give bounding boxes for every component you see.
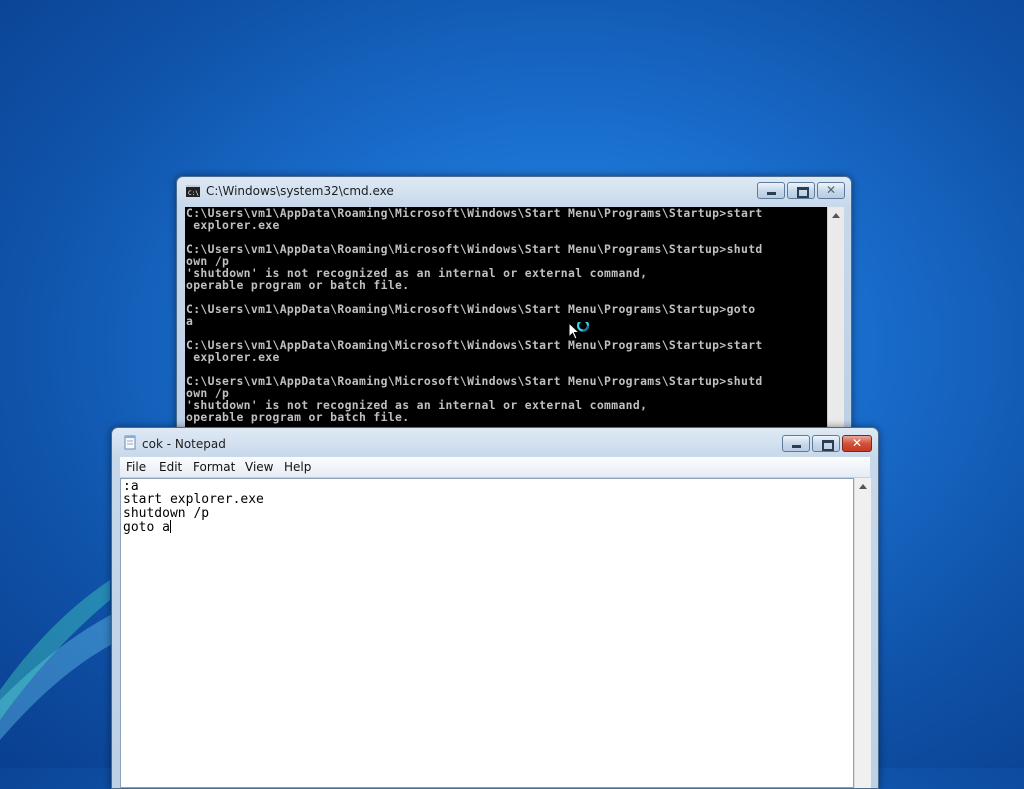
cmd-vertical-scrollbar[interactable]	[827, 207, 844, 429]
console-output[interactable]: C:\Users\vm1\AppData\Roaming\Microsoft\W…	[185, 207, 827, 429]
cmd-minimize-button[interactable]	[757, 182, 785, 199]
notepad-text-area[interactable]: :a start explorer.exe shutdown /p goto a	[120, 478, 854, 788]
notepad-title: cok - Notepad	[142, 437, 226, 451]
notepad-minimize-button[interactable]	[782, 435, 810, 452]
maximize-icon	[797, 187, 809, 198]
notepad-icon	[124, 435, 136, 450]
close-icon: ✕	[825, 183, 837, 197]
notepad-content-text: :a start explorer.exe shutdown /p goto a	[123, 479, 264, 535]
menu-format[interactable]: Format	[193, 460, 235, 474]
notepad-menubar: File Edit Format View Help	[120, 457, 870, 478]
cmd-window[interactable]: C:\ C:\Windows\system32\cmd.exe ✕ C:\Use…	[176, 176, 852, 434]
maximize-icon	[822, 440, 834, 451]
console-text: C:\Users\vm1\AppData\Roaming\Microsoft\W…	[186, 207, 763, 424]
cmd-maximize-button[interactable]	[787, 182, 815, 199]
scroll-up-arrow-icon[interactable]	[859, 484, 867, 489]
notepad-maximize-button[interactable]	[812, 435, 840, 452]
menu-help[interactable]: Help	[284, 460, 311, 474]
minimize-icon	[792, 445, 801, 448]
menu-view[interactable]: View	[245, 460, 273, 474]
svg-text:C:\: C:\	[188, 190, 199, 197]
scroll-up-arrow-icon[interactable]	[832, 213, 840, 218]
menu-file[interactable]: File	[126, 460, 146, 474]
cmd-titlebar[interactable]: C:\ C:\Windows\system32\cmd.exe ✕	[177, 177, 851, 205]
text-caret	[169, 519, 171, 533]
console-icon: C:\	[186, 185, 200, 197]
notepad-titlebar[interactable]: cok - Notepad ✕	[112, 428, 878, 456]
minimize-icon	[767, 192, 776, 195]
close-icon: ✕	[851, 436, 863, 450]
cmd-title: C:\Windows\system32\cmd.exe	[206, 184, 394, 198]
busy-cursor-icon	[568, 322, 590, 340]
cmd-close-button[interactable]: ✕	[817, 182, 845, 199]
notepad-content: :a start explorer.exe shutdown /p goto a	[121, 479, 853, 534]
notepad-vertical-scrollbar[interactable]	[854, 478, 871, 788]
menu-edit[interactable]: Edit	[159, 460, 182, 474]
notepad-close-button[interactable]: ✕	[842, 435, 872, 452]
notepad-window[interactable]: cok - Notepad ✕ File Edit Format View He…	[111, 427, 879, 789]
